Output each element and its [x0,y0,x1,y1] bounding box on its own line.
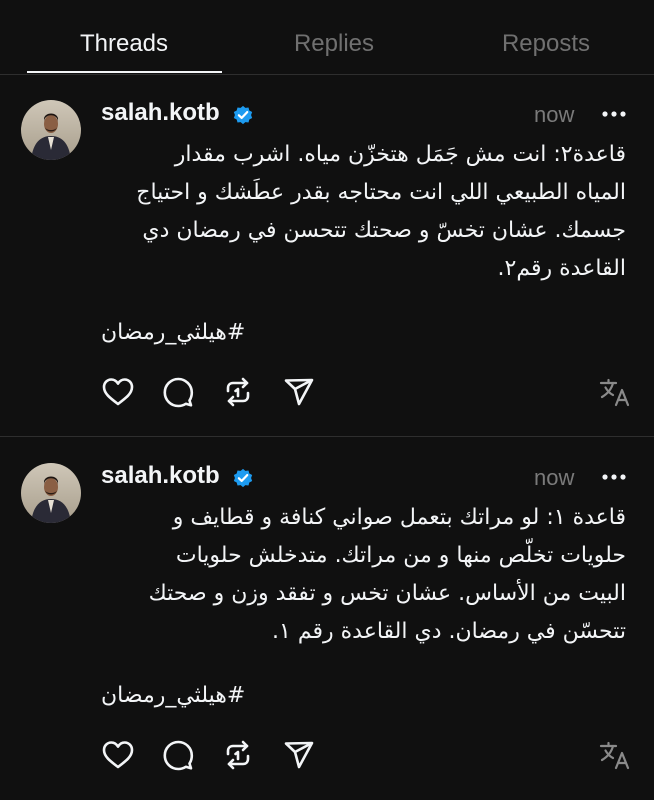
post-text-line: جسمك. عشان تخسّ و صحتك تتحسن في رمضان دي [142,218,626,243]
comment-icon[interactable] [160,737,196,773]
comment-icon[interactable] [160,374,196,410]
verified-badge-icon [233,468,253,488]
hashtag-link[interactable]: #هيلثي_رمضان [101,683,245,708]
post-time: now [534,102,575,127]
repost-icon[interactable] [220,374,256,410]
tab-replies[interactable]: Replies [234,30,434,58]
post-time: now [534,465,575,490]
translate-icon[interactable] [597,737,633,773]
more-icon[interactable] [601,465,627,489]
post-text-line: قاعدة ١: لو مراتك بتعمل صواني كنافة و قط… [172,505,626,530]
repost-icon[interactable] [220,737,256,773]
post-text-line: البيت من الأساس. عشان تخس و تفقد وزن و ص… [148,581,626,606]
post-text-line: القاعدة رقم٢. [497,256,626,281]
post-actions [100,374,630,410]
username[interactable]: salah.kotb [101,99,220,127]
thread-post: salah.kotb now قاعدة٢: انت مش جَمَل هتخز… [0,74,654,437]
thread-post: salah.kotb now قاعدة ١: لو مراتك بتعمل ص… [0,437,654,800]
heart-icon[interactable] [100,374,136,410]
post-text-line: المياه الطبيعي اللي انت محتاجه بقدر عطَش… [136,180,626,205]
share-icon[interactable] [281,737,317,773]
avatar[interactable] [21,463,81,523]
post-actions [100,737,630,773]
post-text: قاعدة٢: انت مش جَمَل هتخزّن مياه. اشرب م… [96,136,626,288]
tab-reposts[interactable]: Reposts [446,30,646,58]
heart-icon[interactable] [100,737,136,773]
post-text-line: قاعدة٢: انت مش جَمَل هتخزّن مياه. اشرب م… [174,142,626,167]
profile-tabs: Threads Replies Reposts [0,0,654,75]
hashtag-link[interactable]: #هيلثي_رمضان [101,320,245,345]
post-text-line: حلويات تخلّص منها و من مراتك. متدخلش حلو… [175,543,626,568]
post-text-line: تتحسّن في رمضان. دي القاعدة رقم ١. [272,619,626,644]
verified-badge-icon [233,105,253,125]
avatar[interactable] [21,100,81,160]
username[interactable]: salah.kotb [101,462,220,490]
translate-icon[interactable] [597,374,633,410]
more-icon[interactable] [601,102,627,126]
share-icon[interactable] [281,374,317,410]
post-text: قاعدة ١: لو مراتك بتعمل صواني كنافة و قط… [96,499,626,651]
active-tab-indicator [27,71,222,73]
tab-threads[interactable]: Threads [24,30,224,58]
